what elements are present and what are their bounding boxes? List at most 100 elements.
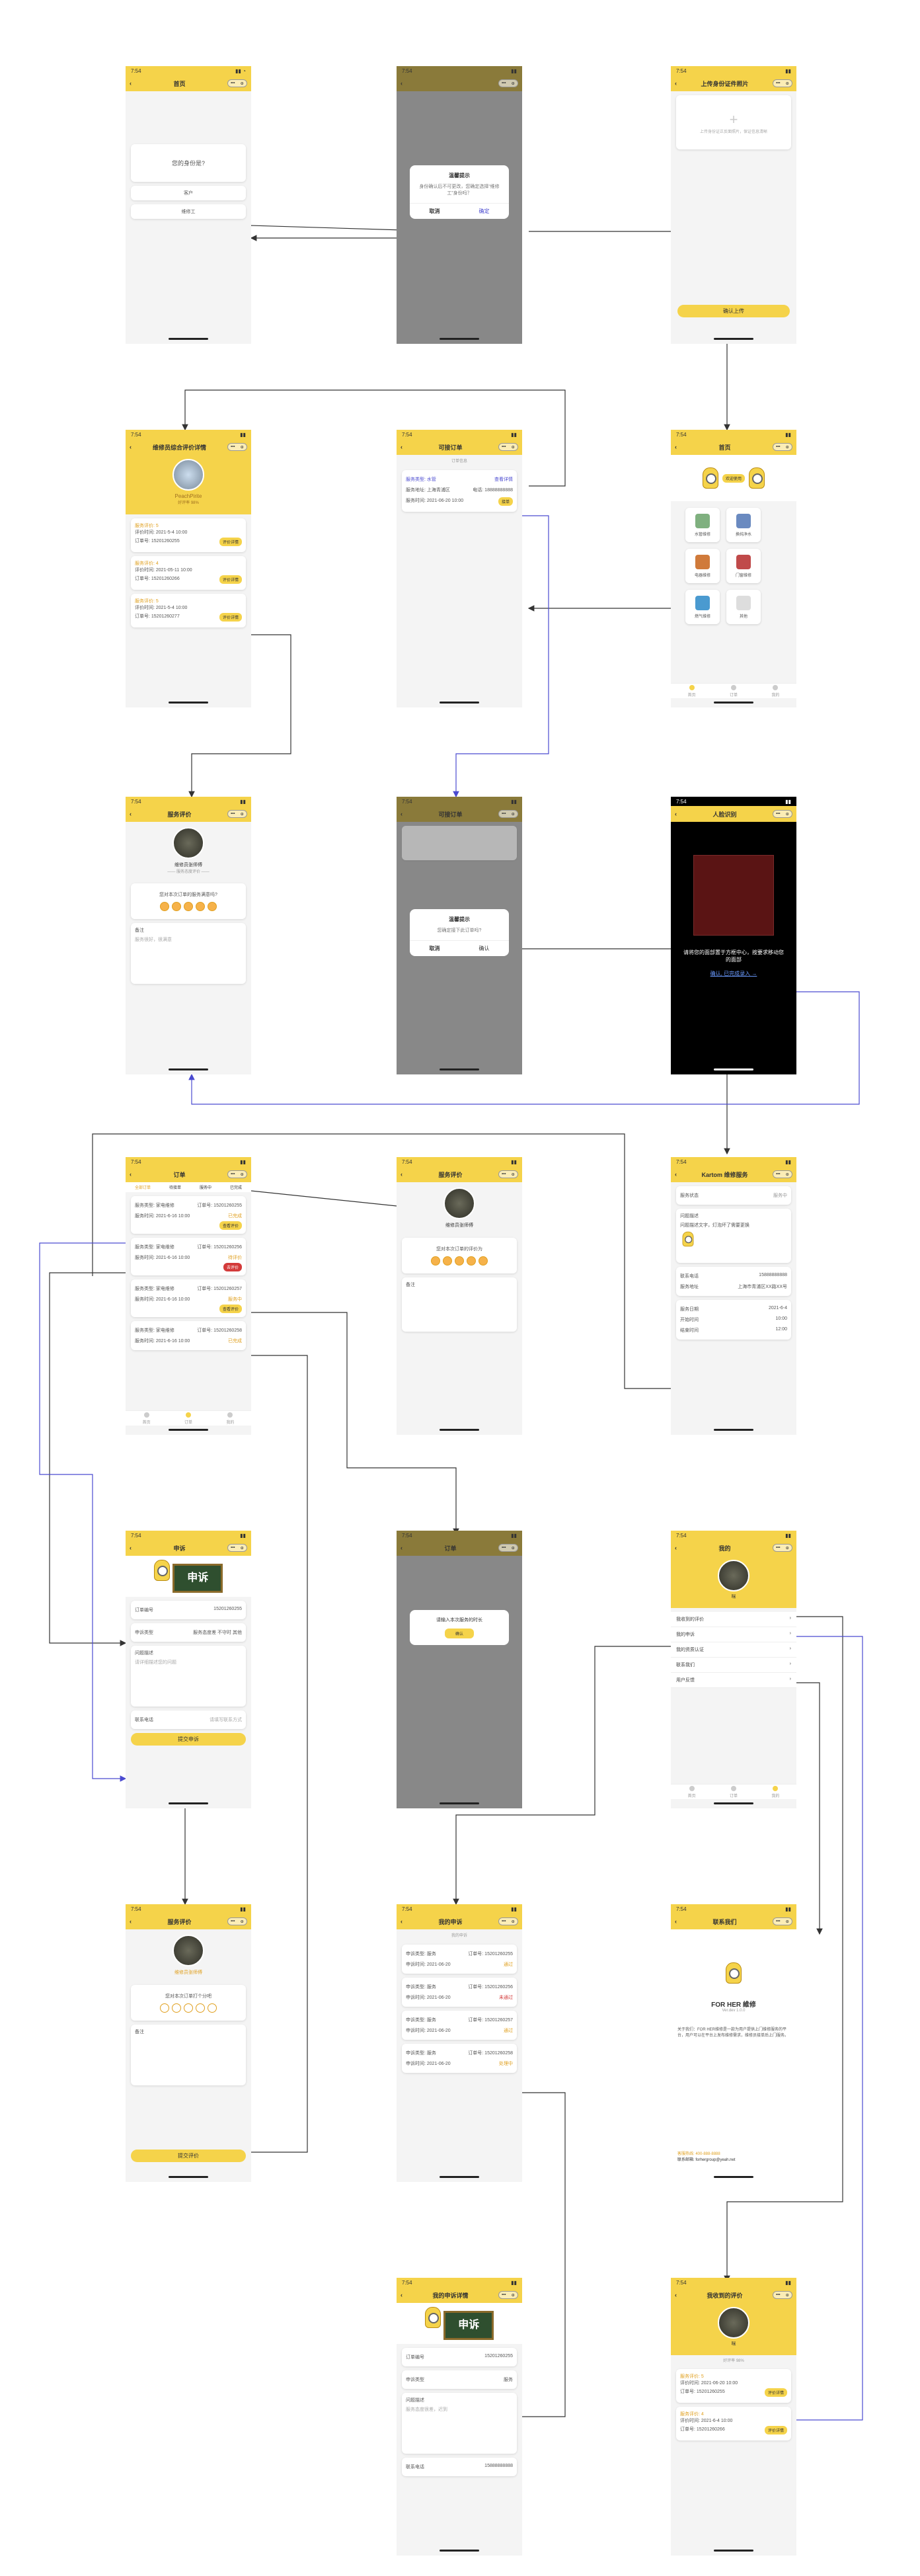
option-repairer[interactable]: 维修工 — [131, 204, 246, 219]
back-icon[interactable]: ‹ — [130, 1918, 132, 1925]
capsule-menu[interactable]: ••• ⊙ — [772, 810, 792, 818]
accept-order-button[interactable]: 接单 — [498, 497, 513, 506]
confirm-button[interactable]: 确认 — [444, 1629, 474, 1638]
view-rating-button[interactable]: 查看评价 — [219, 1221, 242, 1230]
cancel-button[interactable]: 取消 — [410, 204, 459, 219]
capsule-menu[interactable]: ••• ⊙ — [772, 1917, 792, 1925]
capsule-menu[interactable]: ••• ⊙ — [227, 1917, 247, 1925]
capsule-menu[interactable]: ••• ⊙ — [227, 79, 247, 87]
rating-detail-button[interactable]: 评价详情 — [764, 2388, 787, 2397]
back-icon[interactable]: ‹ — [401, 1545, 402, 1551]
back-icon[interactable]: ‹ — [675, 1171, 677, 1178]
star-icon[interactable] — [196, 2003, 205, 2013]
tab-orders[interactable]: 订单 — [184, 1412, 192, 1425]
capsule-menu[interactable]: ••• ⊙ — [498, 1170, 518, 1178]
back-icon[interactable]: ‹ — [401, 2292, 402, 2298]
star-icon[interactable] — [172, 2003, 181, 2013]
tab-in-service[interactable]: 服务中 — [200, 1184, 211, 1190]
tab-home[interactable]: 首页 — [688, 1785, 696, 1798]
rating-detail-button[interactable]: 评价详情 — [219, 538, 242, 546]
back-icon[interactable]: ‹ — [130, 1171, 132, 1178]
finish-link[interactable]: 确认, 已完成录入 → — [671, 970, 796, 977]
tab-mine[interactable]: 我的 — [226, 1412, 234, 1425]
capsule-menu[interactable]: ••• ⊙ — [772, 1544, 792, 1552]
confirm-button[interactable]: 确定 — [459, 204, 509, 219]
complaint-row[interactable]: 申诉类型: 服务 订单号: 15201260255 申诉时间: 2021-06-20… — [402, 1945, 517, 1974]
capsule-menu[interactable]: ••• ⊙ — [498, 79, 518, 87]
complaint-type-row[interactable]: 申诉类型 服务态度差 不守时 其他 — [131, 1623, 246, 1642]
star-icon[interactable] — [160, 2003, 169, 2013]
tab-mine[interactable]: 我的 — [771, 684, 779, 698]
capsule-menu[interactable]: ••• ⊙ — [227, 443, 247, 451]
confirm-button[interactable]: 确认 — [459, 941, 509, 956]
go-rate-button[interactable]: 去评价 — [223, 1263, 242, 1271]
cancel-button[interactable]: 取消 — [410, 941, 459, 956]
star-icon[interactable] — [184, 2003, 193, 2013]
back-icon[interactable]: ‹ — [675, 1545, 677, 1551]
confirm-upload-button[interactable]: 确认上传 — [677, 305, 790, 317]
back-icon[interactable]: ‹ — [401, 80, 402, 87]
tab-done[interactable]: 已完成 — [230, 1184, 242, 1190]
detail-link[interactable]: 查看详情 — [494, 476, 513, 483]
capsule-menu[interactable]: ••• ⊙ — [498, 443, 518, 451]
capsule-menu[interactable]: ••• ⊙ — [227, 810, 247, 818]
phone-field[interactable]: 联系电话 请填写联系方式 — [131, 1711, 246, 1729]
upload-box[interactable]: + 上传身份证正反面照片，保证信息清晰 — [676, 95, 791, 149]
back-icon[interactable]: ‹ — [675, 1918, 677, 1925]
menu-received-ratings[interactable]: 我收到的评价 › — [671, 1612, 796, 1627]
page-title: 服务评价 — [438, 1171, 463, 1178]
submit-rating-button[interactable]: 提交评价 — [131, 2150, 246, 2162]
back-icon[interactable]: ‹ — [675, 444, 677, 450]
back-icon[interactable]: ‹ — [401, 444, 402, 450]
back-icon[interactable]: ‹ — [130, 80, 132, 87]
submit-complaint-button[interactable]: 提交申诉 — [131, 1733, 246, 1746]
service-gas[interactable]: 燃气维修 — [685, 590, 720, 624]
rating-detail-button[interactable]: 评价详情 — [219, 575, 242, 584]
complaint-row[interactable]: 申诉类型: 服务 订单号: 15201260258 申诉时间: 2021-06-20… — [402, 2044, 517, 2073]
back-icon[interactable]: ‹ — [130, 811, 132, 817]
capsule-menu[interactable]: ••• ⊙ — [498, 810, 518, 818]
back-icon[interactable]: ‹ — [675, 2292, 677, 2298]
complaint-row[interactable]: 申诉类型: 服务 订单号: 15201260256 申诉时间: 2021-06-20… — [402, 1978, 517, 2007]
service-water[interactable]: 换纯净水 — [726, 508, 761, 542]
tab-home[interactable]: 首页 — [688, 684, 696, 698]
problem-field[interactable]: 问题描述 请详细描述您的问题 — [131, 1646, 246, 1707]
back-icon[interactable]: ‹ — [130, 1545, 132, 1551]
back-icon[interactable]: ‹ — [401, 1171, 402, 1178]
menu-qualification[interactable]: 我的资质认证 › — [671, 1642, 796, 1658]
tab-orders[interactable]: 订单 — [730, 684, 738, 698]
service-other[interactable]: 其他 — [726, 590, 761, 624]
back-icon[interactable]: ‹ — [675, 80, 677, 87]
service-water-pipe[interactable]: 水管维修 — [685, 508, 720, 542]
menu-my-complaints[interactable]: 我的申诉 › — [671, 1627, 796, 1642]
remark-field[interactable]: 备注 — [131, 2025, 246, 2085]
capsule-menu[interactable]: ••• ⊙ — [498, 2291, 518, 2299]
complaint-row[interactable]: 申诉类型: 服务 订单号: 15201260257 申诉时间: 2021-06-20… — [402, 2011, 517, 2040]
capsule-menu[interactable]: ••• ⊙ — [772, 443, 792, 451]
tab-mine[interactable]: 我的 — [771, 1785, 779, 1798]
tab-all[interactable]: 全部订单 — [135, 1184, 151, 1190]
tab-orders[interactable]: 订单 — [730, 1785, 738, 1798]
option-customer[interactable]: 客户 — [131, 186, 246, 200]
back-icon[interactable]: ‹ — [401, 811, 402, 817]
tab-pending[interactable]: 待接单 — [169, 1184, 181, 1190]
capsule-menu[interactable]: ••• ⊙ — [227, 1170, 247, 1178]
rating-detail-button[interactable]: 评价详情 — [764, 2426, 787, 2435]
back-icon[interactable]: ‹ — [401, 1918, 402, 1925]
menu-contact-us[interactable]: 联系我们 › — [671, 1658, 796, 1673]
capsule-menu[interactable]: ••• ⊙ — [772, 79, 792, 87]
service-door[interactable]: 门窗维修 — [726, 549, 761, 583]
view-rating-button[interactable]: 查看评价 — [219, 1305, 242, 1313]
capsule-menu[interactable]: ••• ⊙ — [498, 1917, 518, 1925]
tab-home[interactable]: 首页 — [143, 1412, 151, 1425]
back-icon[interactable]: ‹ — [130, 444, 132, 450]
service-appliance[interactable]: 电器维修 — [685, 549, 720, 583]
menu-feedback[interactable]: 用户反馈 › — [671, 1673, 796, 1688]
rating-detail-button[interactable]: 评价详情 — [219, 613, 242, 622]
capsule-menu[interactable]: ••• ⊙ — [498, 1544, 518, 1552]
capsule-menu[interactable]: ••• ⊙ — [772, 2291, 792, 2299]
capsule-menu[interactable]: ••• ⊙ — [772, 1170, 792, 1178]
star-icon[interactable] — [208, 2003, 217, 2013]
back-icon[interactable]: ‹ — [675, 811, 677, 817]
capsule-menu[interactable]: ••• ⊙ — [227, 1544, 247, 1552]
